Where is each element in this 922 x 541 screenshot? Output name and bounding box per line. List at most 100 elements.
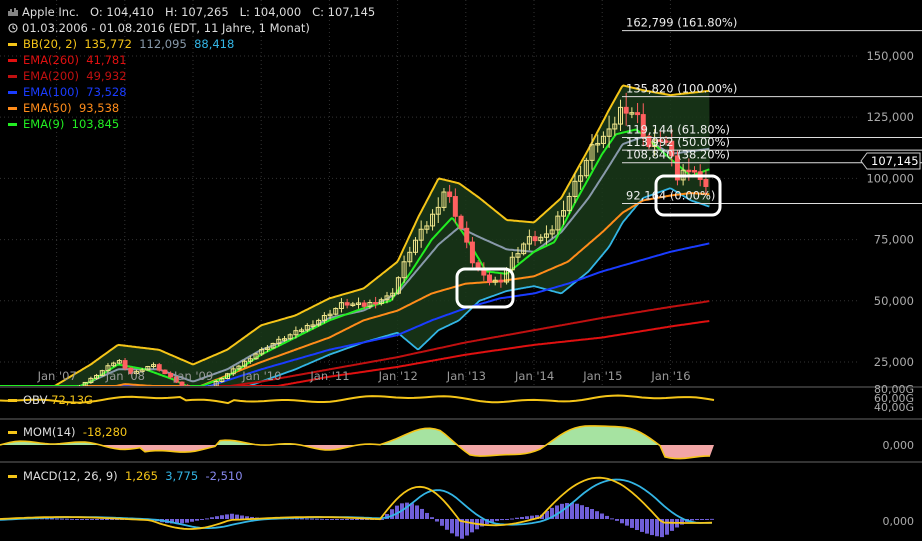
fib-label: 162,799 (161.80%): [626, 16, 737, 30]
candle-body: [686, 169, 692, 173]
macd-signal: 3,775: [165, 469, 199, 483]
x-tick-label: Jan '10: [241, 369, 281, 383]
macd-histogram-bar: [180, 519, 184, 524]
macd-histogram-bar: [185, 519, 189, 523]
legend-value: 49,932: [78, 69, 127, 83]
x-tick-label: Jan '08: [105, 369, 145, 383]
candle-body: [373, 302, 379, 305]
candle-body: [464, 227, 470, 243]
candle-body: [487, 274, 493, 283]
legend-swatch: [8, 107, 17, 110]
macd-label: MACD(12, 26, 9): [23, 469, 118, 483]
y-tick-label: 150,000: [866, 49, 914, 63]
macd-histogram-bar: [650, 519, 654, 536]
legend-value: 103,845: [64, 117, 120, 131]
mom-legend: MOM(14) -18,280: [8, 424, 127, 440]
obv-value: 72,13G: [51, 393, 93, 407]
macd-histogram-bar: [420, 508, 424, 519]
macd-histogram-bar: [575, 503, 579, 519]
macd-histogram-bar: [435, 519, 439, 522]
macd-histogram-bar: [425, 512, 429, 519]
macd-histogram-bar: [510, 518, 514, 520]
fib-label: 92,164 (0.00%): [626, 189, 715, 203]
macd-histogram-bar: [615, 519, 619, 521]
x-tick-label: Jan '12: [378, 369, 418, 383]
macd-histogram-bar: [620, 519, 624, 524]
legend-item[interactable]: EMA(50) 93,538: [8, 100, 119, 116]
x-tick-label: Jan '09: [173, 369, 213, 383]
close-value: C: 107,145: [312, 5, 376, 19]
macd-histogram-bar: [500, 519, 504, 521]
macd-histogram-bar: [65, 518, 69, 520]
macd-swatch: [8, 475, 17, 478]
macd-histogram-bar: [105, 519, 109, 520]
y-tick-label: 100,000: [866, 171, 914, 185]
macd-histogram-bar: [225, 514, 229, 519]
macd-histogram-bar: [320, 518, 324, 520]
legend-swatch: [8, 91, 17, 94]
candle-body: [458, 215, 464, 229]
fib-label: 108,840 (38.20%): [626, 148, 730, 162]
macd-histogram-bar: [665, 519, 669, 535]
x-tick-label: Jan '15: [582, 369, 622, 383]
macd-histogram-bar: [85, 519, 89, 520]
obv-legend: OBV 72,13G: [8, 392, 93, 408]
mom-value: -18,280: [82, 425, 128, 439]
candle-body: [692, 170, 698, 173]
macd-histogram-bar: [590, 509, 594, 519]
macd-histogram-bar: [50, 518, 54, 520]
candle-body: [162, 369, 168, 374]
macd-histogram-bar: [450, 519, 454, 534]
x-tick-label: Jan '07: [37, 369, 77, 383]
macd-histogram: -2,510: [205, 469, 243, 483]
macd-histogram-bar: [645, 519, 649, 534]
macd-histogram-bar: [240, 515, 244, 519]
macd-value: 1,265: [124, 469, 158, 483]
legend-label: EMA(260): [23, 53, 79, 67]
macd-histogram-bar: [350, 519, 354, 520]
macd-histogram-bar: [60, 518, 64, 520]
legend-swatch: [8, 43, 17, 46]
macd-histogram-bar: [610, 518, 614, 520]
chart-header: Apple Inc. O: 104,410 H: 107,265 L: 104,…: [8, 4, 375, 20]
macd-histogram-bar: [520, 516, 524, 519]
mom-swatch: [8, 431, 17, 434]
macd-histogram-bar: [595, 511, 599, 519]
macd-histogram-bar: [90, 519, 94, 520]
legend-swatch: [8, 123, 17, 126]
obv-swatch: [8, 399, 17, 402]
macd-histogram-bar: [455, 519, 459, 537]
x-tick-label: Jan '14: [514, 369, 554, 383]
legend-item[interactable]: BB(20, 2) 135,772 112,095 88,418: [8, 36, 234, 52]
macd-histogram-bar: [200, 519, 204, 520]
y-tick-label: 125,000: [866, 110, 914, 124]
macd-legend: MACD(12, 26, 9) 1,265 3,775 -2,510: [8, 468, 243, 484]
macd-histogram-bar: [585, 507, 589, 519]
x-tick-label: Jan '13: [446, 369, 486, 383]
legend-item[interactable]: EMA(260) 41,781: [8, 52, 127, 68]
candle-body: [703, 179, 709, 187]
obv-label: OBV: [23, 393, 48, 407]
legend-swatch: [8, 59, 17, 62]
macd-histogram-bar: [505, 519, 509, 520]
candle-body: [635, 112, 641, 116]
macd-histogram-bar: [415, 505, 419, 519]
macd-histogram-bar: [410, 503, 414, 519]
legend-label: EMA(200): [23, 69, 79, 83]
legend-value: 93,538: [71, 101, 120, 115]
macd-histogram-bar: [515, 517, 519, 519]
stock-chart: 162,799 (161.80%)135,820 (100.00%)119,14…: [0, 0, 922, 541]
legend-value: 73,528: [78, 85, 127, 99]
legend-item[interactable]: EMA(200) 49,932: [8, 68, 127, 84]
legend-swatch: [8, 75, 17, 78]
legend-item[interactable]: EMA(100) 73,528: [8, 84, 127, 100]
x-tick-label: Jan '11: [309, 369, 349, 383]
macd-histogram-bar: [340, 519, 344, 520]
macd-histogram-bar: [235, 514, 239, 519]
low-value: L: 104,000: [239, 5, 302, 19]
macd-histogram-bar: [190, 519, 194, 522]
legend-item[interactable]: EMA(9) 103,845: [8, 116, 119, 132]
candle-body: [122, 360, 128, 369]
macd-histogram-bar: [625, 519, 629, 526]
macd-histogram-bar: [525, 516, 529, 519]
